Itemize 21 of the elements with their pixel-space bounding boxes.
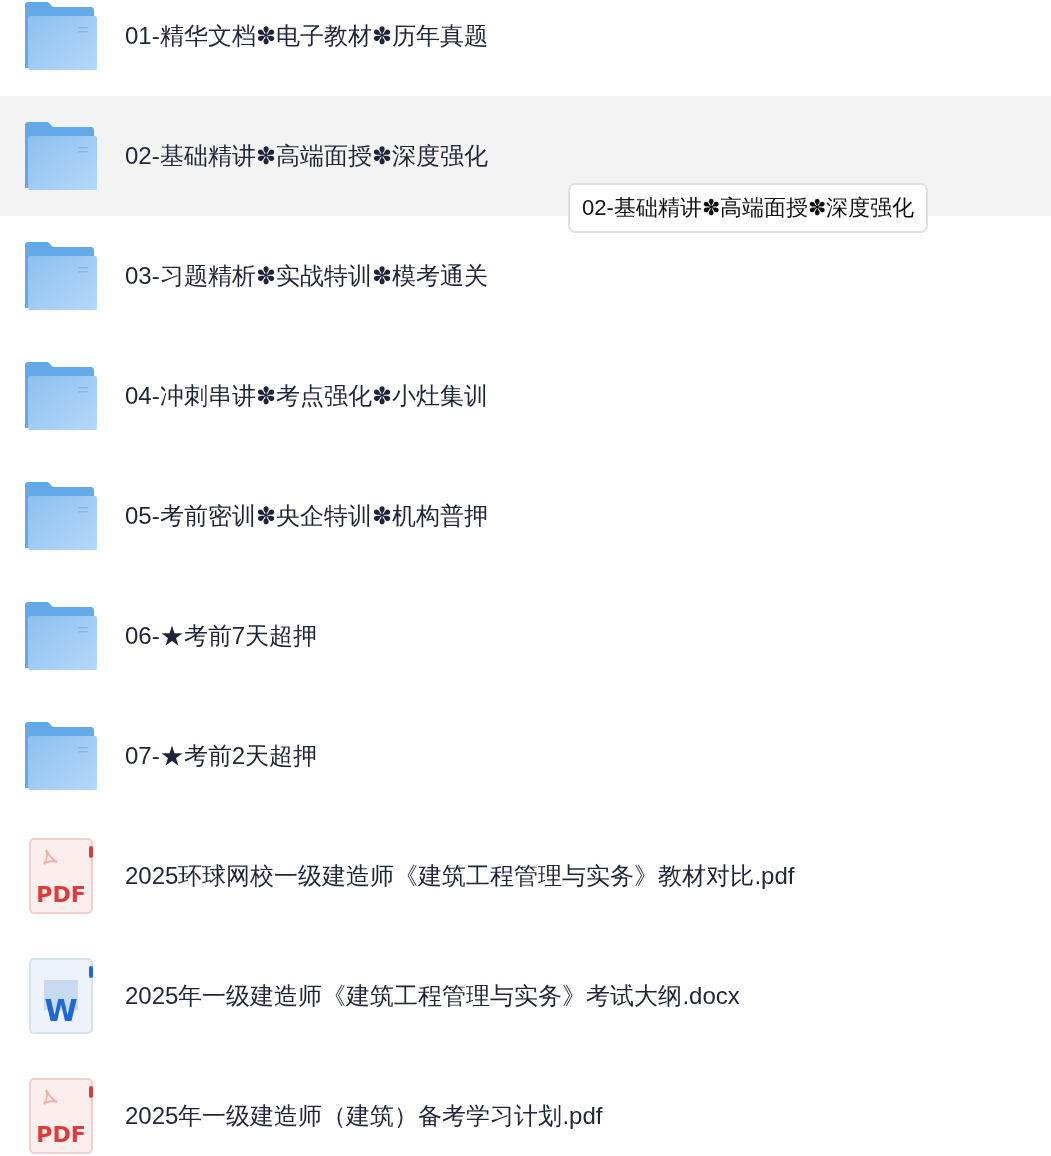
- folder-icon: [24, 2, 98, 70]
- word-file-icon: W: [29, 958, 93, 1034]
- file-name: 2025年一级建造师（建筑）备考学习计划.pdf: [125, 1101, 603, 1131]
- file-name: 04-冲刺串讲✽考点强化✽小灶集训: [125, 381, 488, 411]
- folder-icon: [24, 362, 98, 430]
- pdf-file-icon: PDF: [29, 1078, 93, 1154]
- folder-icon: [24, 122, 98, 190]
- file-name: 07-★考前2天超押: [125, 741, 318, 771]
- folder-icon: [24, 602, 98, 670]
- folder-icon: [24, 482, 98, 550]
- file-name: 01-精华文档✽电子教材✽历年真题: [125, 21, 488, 51]
- file-name: 03-习题精析✽实战特训✽模考通关: [125, 261, 488, 291]
- folder-icon: [24, 242, 98, 310]
- folder-icon: [24, 722, 98, 790]
- file-name: 06-★考前7天超押: [125, 621, 318, 651]
- file-name: 02-基础精讲✽高端面授✽深度强化: [125, 141, 488, 171]
- file-name: 2025环球网校一级建造师《建筑工程管理与实务》教材对比.pdf: [125, 861, 795, 891]
- tooltip: 02-基础精讲✽高端面授✽深度强化: [568, 183, 928, 233]
- pdf-file-icon: PDF: [29, 838, 93, 914]
- file-name: 2025年一级建造师《建筑工程管理与实务》考试大纲.docx: [125, 981, 740, 1011]
- file-name: 05-考前密训✽央企特训✽机构普押: [125, 501, 488, 531]
